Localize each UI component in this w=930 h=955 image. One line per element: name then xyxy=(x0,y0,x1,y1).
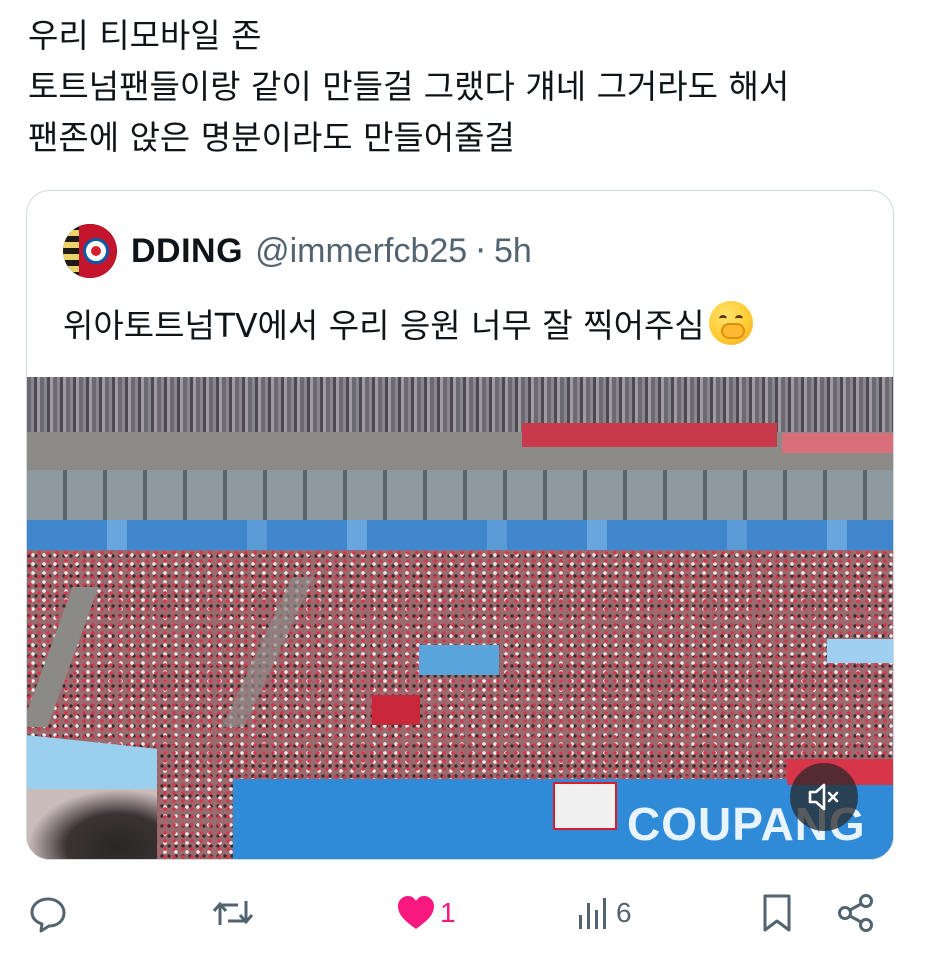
quoted-author-handle[interactable]: @immerfcb25 xyxy=(255,232,467,271)
reply-icon xyxy=(30,897,66,933)
share-icon xyxy=(838,894,873,932)
retweet-icon xyxy=(212,901,254,925)
mute-button[interactable] xyxy=(790,763,858,831)
tweet-line: 우리 티모바일 존 xyxy=(28,16,262,55)
reply-button[interactable] xyxy=(28,880,68,946)
like-count: 1 xyxy=(440,897,456,928)
tweet-text: 우리 티모바일 존 토트넘팬들이랑 같이 만들걸 그랬다 걔네 그거라도 해서 … xyxy=(28,10,908,163)
quoted-tweet-text-content: 위아토트넘TV에서 우리 응원 너무 잘 찍어주심 xyxy=(63,306,705,345)
bookmark-button[interactable] xyxy=(760,880,794,946)
retweet-button[interactable] xyxy=(210,880,256,946)
video-player[interactable]: COUPANG PLA xyxy=(27,377,893,859)
share-button[interactable] xyxy=(836,880,876,946)
quoted-timestamp[interactable]: 5h xyxy=(494,232,532,271)
speaker-muted-icon xyxy=(808,783,839,811)
heart-icon xyxy=(398,896,434,929)
tweet-line: 팬존에 앉은 명분이라도 만들어줄걸 xyxy=(28,118,515,157)
tweet-line: 토트넘팬들이랑 같이 만들걸 그랬다 걔네 그거라도 해서 xyxy=(28,67,790,106)
quoted-tweet-text: 위아토트넘TV에서 우리 응원 너무 잘 찍어주심 xyxy=(63,299,753,347)
quoted-author-name[interactable]: DDING xyxy=(131,232,243,271)
like-button[interactable]: 1 xyxy=(396,880,456,946)
quoted-tweet-header: DDING @immerfcb25 · 5h xyxy=(63,221,532,281)
tweet-action-bar: 1 6 xyxy=(0,880,930,946)
views-button[interactable]: 6 xyxy=(576,880,632,946)
quoted-tweet-card[interactable]: DDING @immerfcb25 · 5h 위아토트넘TV에서 우리 응원 너… xyxy=(26,190,894,860)
views-icon xyxy=(579,898,606,929)
avatar[interactable] xyxy=(63,224,117,278)
views-count: 6 xyxy=(616,897,632,928)
bookmark-icon xyxy=(763,894,791,932)
separator: · xyxy=(475,231,486,271)
hand-over-mouth-emoji-icon xyxy=(708,301,753,345)
